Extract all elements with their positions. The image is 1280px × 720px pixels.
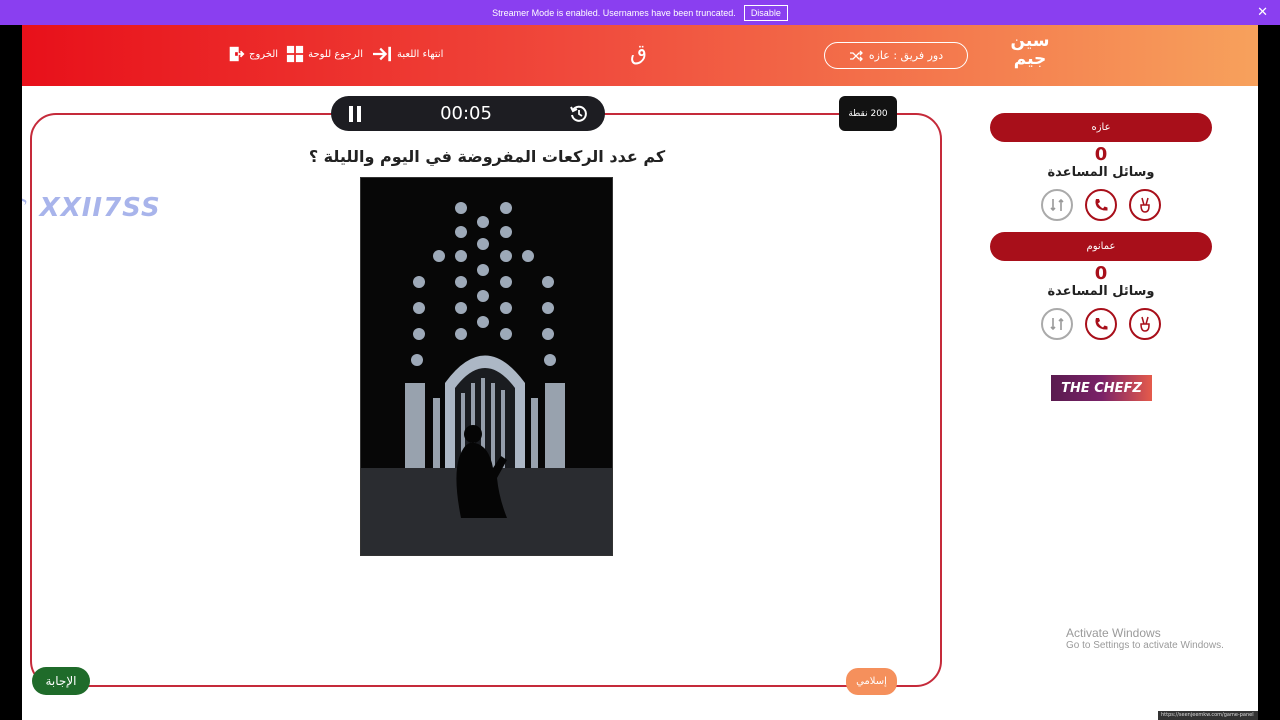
streamer-message: Streamer Mode is enabled. Usernames have… bbox=[492, 7, 736, 18]
team-name-2[interactable]: عمانوم bbox=[990, 232, 1212, 261]
shuffle-icon bbox=[849, 50, 863, 61]
grid-icon bbox=[286, 45, 304, 63]
swap-icon bbox=[1050, 198, 1064, 212]
logo-line-2: جيم bbox=[1013, 49, 1047, 69]
team-panel-1: عازه 0 وسائل المساعدة bbox=[990, 113, 1212, 221]
timer-display: 00:05 bbox=[440, 103, 492, 124]
two-answers-helper-button[interactable] bbox=[1129, 189, 1161, 221]
team-score-2: 0 bbox=[1094, 263, 1108, 284]
disable-streamer-button[interactable]: Disable bbox=[743, 4, 788, 21]
call-helper-button[interactable] bbox=[1085, 308, 1117, 340]
phone-icon bbox=[1095, 318, 1108, 330]
game-app: الخروج الرجوع للوحة انتهاء اللعبة ق دور … bbox=[22, 25, 1258, 720]
category-letter: ق bbox=[630, 41, 648, 66]
seen-jeem-logo: سين جيم bbox=[1005, 32, 1055, 78]
team-score-1: 0 bbox=[1094, 144, 1108, 165]
streamer-mode-bar: Streamer Mode is enabled. Usernames have… bbox=[0, 0, 1280, 25]
phone-icon bbox=[1095, 199, 1108, 211]
call-helper-button[interactable] bbox=[1085, 189, 1117, 221]
peace-hand-icon bbox=[1140, 197, 1150, 213]
category-badge: إسلامي bbox=[846, 668, 897, 695]
team-turn-pill[interactable]: دور فريق : عازه bbox=[824, 42, 968, 69]
status-url: https://seenjeemkw.com/game-panel bbox=[1158, 711, 1258, 720]
peace-hand-icon bbox=[1140, 316, 1150, 332]
header-bar: الخروج الرجوع للوحة انتهاء اللعبة ق دور … bbox=[22, 25, 1258, 86]
end-game-icon bbox=[373, 46, 391, 62]
back-to-board-label: الرجوع للوحة bbox=[308, 48, 363, 60]
activate-windows-notice: Activate Windows Go to Settings to activ… bbox=[1066, 626, 1224, 651]
tiktok-watermark: ♪ XXII7SS bbox=[22, 193, 161, 223]
mosque-prayer-illustration bbox=[361, 178, 612, 555]
reset-icon[interactable] bbox=[569, 104, 589, 124]
header-nav: الخروج الرجوع للوحة انتهاء اللعبة bbox=[227, 45, 443, 63]
team-panel-2: عمانوم 0 وسائل المساعدة bbox=[990, 232, 1212, 340]
activate-title: Activate Windows bbox=[1066, 626, 1161, 640]
logo-line-1: سين bbox=[1010, 31, 1050, 51]
exit-icon bbox=[229, 46, 245, 62]
helpers-label-1: وسائل المساعدة bbox=[1047, 165, 1155, 180]
exit-button[interactable]: الخروج bbox=[227, 45, 278, 63]
team-turn-label: دور فريق : عازه bbox=[868, 49, 944, 62]
activate-subtitle: Go to Settings to activate Windows. bbox=[1066, 640, 1224, 651]
end-game-label: انتهاء اللعبة bbox=[397, 48, 444, 60]
question-text: كم عدد الركعات المفروضة في اليوم والليلة… bbox=[308, 147, 666, 166]
end-game-button[interactable]: انتهاء اللعبة bbox=[371, 45, 443, 63]
helpers-row-2 bbox=[990, 308, 1212, 340]
helpers-row-1 bbox=[990, 189, 1212, 221]
answer-button[interactable]: الإجابة bbox=[32, 667, 90, 695]
points-badge: 200 نقطة bbox=[839, 96, 897, 131]
question-image bbox=[360, 177, 613, 556]
pause-icon[interactable] bbox=[347, 105, 363, 123]
exit-label: الخروج bbox=[249, 48, 279, 60]
close-icon[interactable]: ✕ bbox=[1257, 4, 1268, 20]
swap-helper-button[interactable] bbox=[1041, 308, 1073, 340]
sponsor-logo[interactable]: THE CHEFZ bbox=[1051, 375, 1152, 401]
swap-helper-button[interactable] bbox=[1041, 189, 1073, 221]
helpers-label-2: وسائل المساعدة bbox=[1047, 284, 1155, 299]
two-answers-helper-button[interactable] bbox=[1129, 308, 1161, 340]
timer-bar: 00:05 bbox=[331, 96, 605, 131]
swap-icon bbox=[1050, 317, 1064, 331]
team-name-1[interactable]: عازه bbox=[990, 113, 1212, 142]
back-to-board-button[interactable]: الرجوع للوحة bbox=[286, 45, 363, 63]
